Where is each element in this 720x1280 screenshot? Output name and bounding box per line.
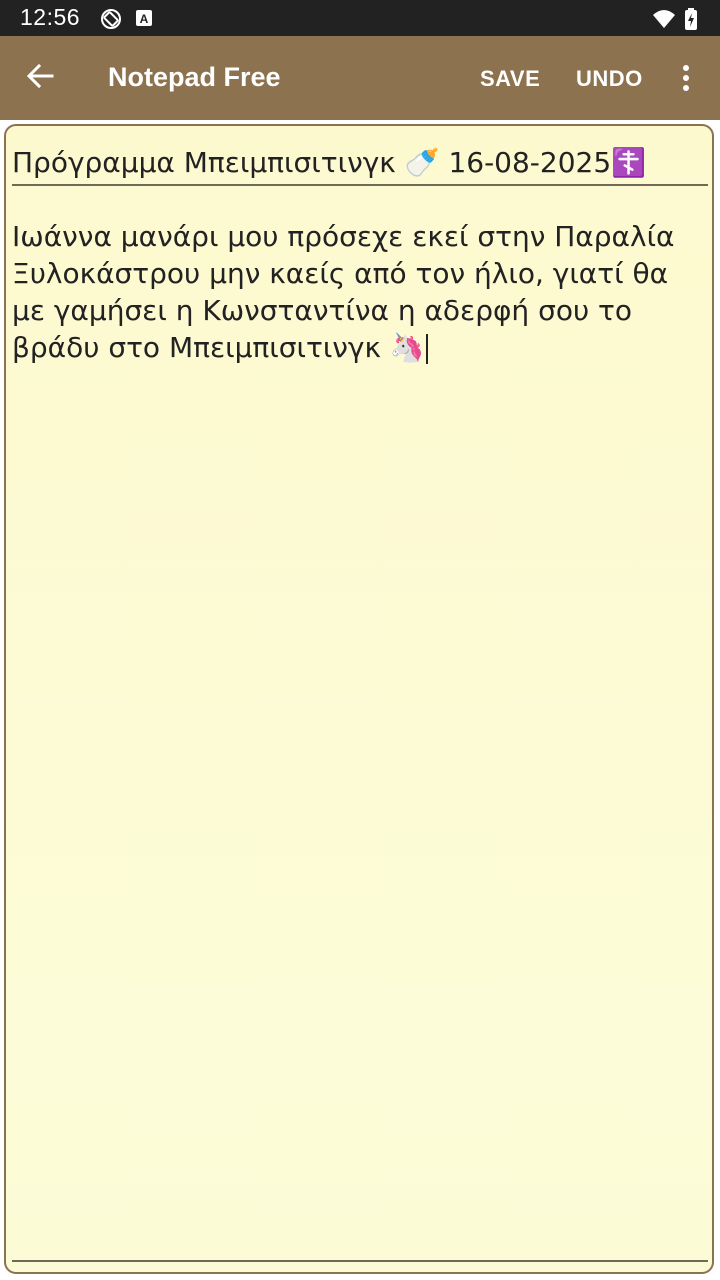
wifi-icon	[652, 8, 675, 30]
status-bar: 12:56 A	[0, 0, 720, 36]
app-bar: Notepad Free SAVE UNDO	[0, 36, 720, 120]
back-arrow-icon	[26, 62, 54, 95]
more-vertical-icon	[682, 64, 690, 97]
app-title: Notepad Free	[108, 62, 281, 92]
svg-text:A: A	[140, 12, 149, 26]
save-button[interactable]: SAVE	[480, 66, 540, 92]
a-notification-icon: A	[134, 8, 156, 30]
note-title-field[interactable]: Πρόγραμμα Μπειμπισιτινγκ 🍼 16-08-2025☦️	[12, 140, 708, 186]
screen-rotation-icon	[100, 8, 122, 30]
note-body-text: Ιωάννα μανάρι μου πρόσεχε εκεί στην Παρα…	[12, 220, 675, 364]
back-button[interactable]	[14, 52, 66, 104]
battery-icon	[684, 8, 706, 30]
more-options-button[interactable]	[664, 58, 708, 102]
undo-button[interactable]: UNDO	[576, 66, 643, 92]
note-body-field[interactable]: Ιωάννα μανάρι μου πρόσεχε εκεί στην Παρα…	[12, 218, 702, 366]
bottom-rule	[12, 1260, 708, 1262]
text-cursor	[425, 334, 428, 364]
status-time: 12:56	[20, 4, 81, 30]
